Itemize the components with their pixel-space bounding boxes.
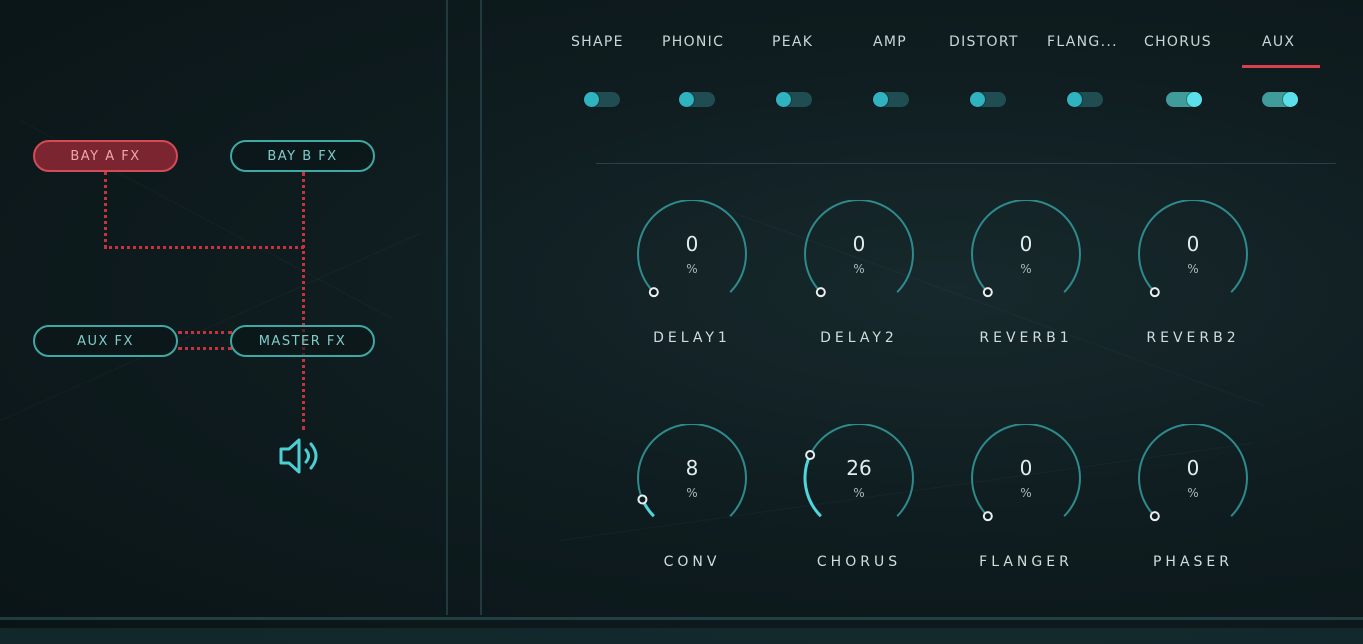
knob-handle — [648, 287, 659, 298]
knob-unit: % — [1020, 262, 1032, 276]
knob-handle — [815, 287, 826, 298]
tab-peak[interactable]: PEAK — [772, 34, 813, 50]
tab-distort[interactable]: DISTORT — [949, 34, 1019, 50]
knob-label: DELAY2 — [820, 330, 898, 346]
knob-dial[interactable] — [1123, 200, 1263, 320]
master-fx-button[interactable]: MASTER FX — [230, 325, 375, 357]
knob-delay1[interactable]: 0% DELAY1 — [622, 200, 762, 370]
knob-value: 26 — [846, 456, 872, 480]
toggle-flang[interactable] — [1067, 92, 1103, 107]
speaker-icon[interactable] — [276, 436, 326, 476]
toggle-knob — [970, 92, 985, 107]
toggle-peak[interactable] — [776, 92, 812, 107]
knob-unit: % — [1187, 486, 1199, 500]
tab-shape[interactable]: SHAPE — [571, 34, 624, 50]
route-line — [178, 331, 232, 334]
toggle-distort[interactable] — [970, 92, 1006, 107]
selected-tab-indicator — [1242, 65, 1320, 68]
bay-a-fx-button[interactable]: BAY A FX — [33, 140, 178, 172]
knob-dial[interactable] — [789, 424, 929, 544]
toggle-knob — [1067, 92, 1082, 107]
knob-conv[interactable]: 8% CONV — [622, 424, 762, 594]
knob-handle — [982, 287, 993, 298]
knob-label: CONV — [663, 554, 721, 570]
tab-aux[interactable]: AUX — [1262, 34, 1295, 50]
knob-phaser[interactable]: 0% PHASER — [1123, 424, 1263, 594]
tab-amp[interactable]: AMP — [873, 34, 907, 50]
knob-handle — [1149, 287, 1160, 298]
knob-value: 0 — [852, 232, 866, 256]
knob-value: 0 — [1186, 456, 1200, 480]
knob-dial[interactable] — [1123, 424, 1263, 544]
knob-dial[interactable] — [622, 200, 762, 320]
tab-flang[interactable]: FLANG... — [1047, 34, 1118, 50]
knob-unit: % — [1020, 486, 1032, 500]
route-line — [178, 347, 232, 350]
knob-label: DELAY1 — [653, 330, 731, 346]
knob-unit: % — [686, 262, 698, 276]
bottom-bar — [0, 628, 1363, 644]
knob-label: FLANGER — [979, 554, 1073, 570]
knob-dial[interactable] — [622, 424, 762, 544]
knob-reverb2[interactable]: 0% REVERB2 — [1123, 200, 1263, 370]
toggle-knob — [1283, 92, 1298, 107]
aux-fx-panel: BAY A FX BAY B FX AUX FX MASTER FX SHAPE… — [0, 0, 1363, 644]
panel-divider — [446, 0, 448, 615]
knob-flanger[interactable]: 0% FLANGER — [956, 424, 1096, 594]
toggle-knob — [584, 92, 599, 107]
toggle-shape[interactable] — [584, 92, 620, 107]
tab-phonic[interactable]: PHONIC — [662, 34, 724, 50]
toggle-phonic[interactable] — [679, 92, 715, 107]
toggle-knob — [873, 92, 888, 107]
knob-chorus[interactable]: 26% CHORUS — [789, 424, 929, 594]
aux-fx-button[interactable]: AUX FX — [33, 325, 178, 357]
knob-label: PHASER — [1152, 554, 1233, 570]
knob-unit: % — [686, 486, 698, 500]
knob-dial[interactable] — [789, 200, 929, 320]
knob-value: 0 — [1019, 232, 1033, 256]
knob-unit: % — [853, 262, 865, 276]
route-line — [104, 246, 304, 249]
knob-value: 0 — [1019, 456, 1033, 480]
tab-chorus[interactable]: CHORUS — [1144, 34, 1212, 50]
knob-dial[interactable] — [956, 200, 1096, 320]
knob-value: 8 — [685, 456, 699, 480]
bay-b-fx-button[interactable]: BAY B FX — [230, 140, 375, 172]
knob-label: CHORUS — [816, 554, 902, 570]
route-line — [302, 172, 305, 430]
section-separator — [596, 163, 1336, 164]
knob-unit: % — [853, 486, 865, 500]
route-line — [104, 172, 107, 248]
knob-handle — [1149, 511, 1160, 522]
knob-dial[interactable] — [956, 424, 1096, 544]
knob-delay2[interactable]: 0% DELAY2 — [789, 200, 929, 370]
knob-unit: % — [1187, 262, 1199, 276]
toggle-aux[interactable] — [1262, 92, 1298, 107]
toggle-knob — [1187, 92, 1202, 107]
toggle-knob — [679, 92, 694, 107]
panel-divider — [480, 0, 482, 615]
knob-value: 0 — [685, 232, 699, 256]
toggle-chorus[interactable] — [1166, 92, 1202, 107]
knob-handle — [982, 511, 993, 522]
toggle-knob — [776, 92, 791, 107]
knob-value: 0 — [1186, 232, 1200, 256]
knob-label: REVERB2 — [1146, 330, 1240, 346]
knob-reverb1[interactable]: 0% REVERB1 — [956, 200, 1096, 370]
bottom-rail — [0, 617, 1363, 620]
toggle-amp[interactable] — [873, 92, 909, 107]
knob-label: REVERB1 — [979, 330, 1073, 346]
